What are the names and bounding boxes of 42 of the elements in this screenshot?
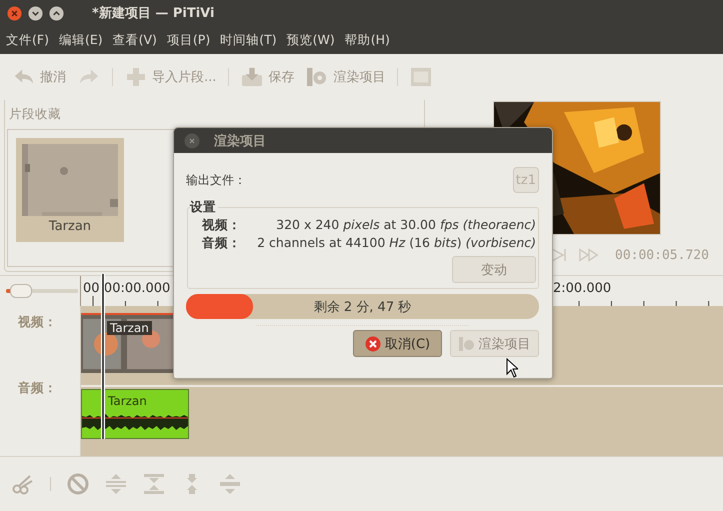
- slider-handle[interactable]: [10, 284, 32, 298]
- menu-item[interactable]: 文件(F): [6, 32, 49, 48]
- split-arrows-icon[interactable]: [105, 473, 127, 495]
- close-icon[interactable]: [184, 132, 200, 148]
- cancel-icon: [364, 336, 381, 352]
- menu-item[interactable]: 查看(V): [112, 32, 157, 48]
- panel-title: 片段收藏: [8, 106, 62, 123]
- plus-icon: [125, 67, 147, 87]
- scissors-icon[interactable]: [12, 473, 34, 495]
- setting-value: 320 x 240 pixels at 30.00 fps (theoraenc): [275, 216, 536, 234]
- fullscreen-icon: [410, 67, 432, 87]
- minimize-icon[interactable]: [28, 6, 43, 20]
- timecode: 00:00:05.720: [615, 248, 709, 262]
- setting-label: 视频：: [202, 216, 241, 234]
- track-label: 音频：: [17, 379, 58, 397]
- window-title: *新建项目 — PiTiVi: [92, 4, 214, 22]
- fast-forward-icon[interactable]: [579, 247, 599, 263]
- track-label: 视频：: [16, 313, 58, 331]
- clip-card[interactable]: Tarzan: [16, 138, 124, 242]
- menu-item[interactable]: 预览(W): [286, 32, 335, 48]
- menu-item[interactable]: 时间轴(T): [220, 32, 277, 48]
- menu-item[interactable]: 项目(P): [166, 32, 210, 48]
- save-icon: [241, 67, 264, 87]
- setting-label: 音频：: [202, 234, 241, 252]
- field-label: 输出文件：: [186, 172, 246, 188]
- menu-item[interactable]: 帮助(H): [344, 32, 390, 48]
- clip-label: Tarzan: [107, 321, 152, 335]
- mouse-pointer-icon: [506, 358, 518, 378]
- dialog-title: 渲染项目: [214, 132, 266, 150]
- menu-item[interactable]: 编辑(E): [58, 32, 103, 48]
- audio-clip[interactable]: Tarzan: [81, 389, 189, 439]
- cancel-button[interactable]: 取消(C): [353, 330, 442, 357]
- merge-arrows-icon[interactable]: [143, 473, 165, 495]
- close-icon[interactable]: [7, 6, 22, 20]
- frame-title: 设置: [190, 199, 218, 216]
- progress-text: 剩余 2 分, 47 秒: [314, 298, 412, 316]
- ruler-label: 2:00.000: [553, 281, 612, 296]
- maximize-icon[interactable]: [49, 6, 64, 20]
- setting-value: 2 channels at 44100 Hz (16 bits) (vorbisenc): [256, 234, 536, 252]
- clip-label: Tarzan: [107, 393, 148, 408]
- split-arrows-icon[interactable]: [219, 473, 241, 495]
- no-entry-icon[interactable]: [67, 473, 89, 495]
